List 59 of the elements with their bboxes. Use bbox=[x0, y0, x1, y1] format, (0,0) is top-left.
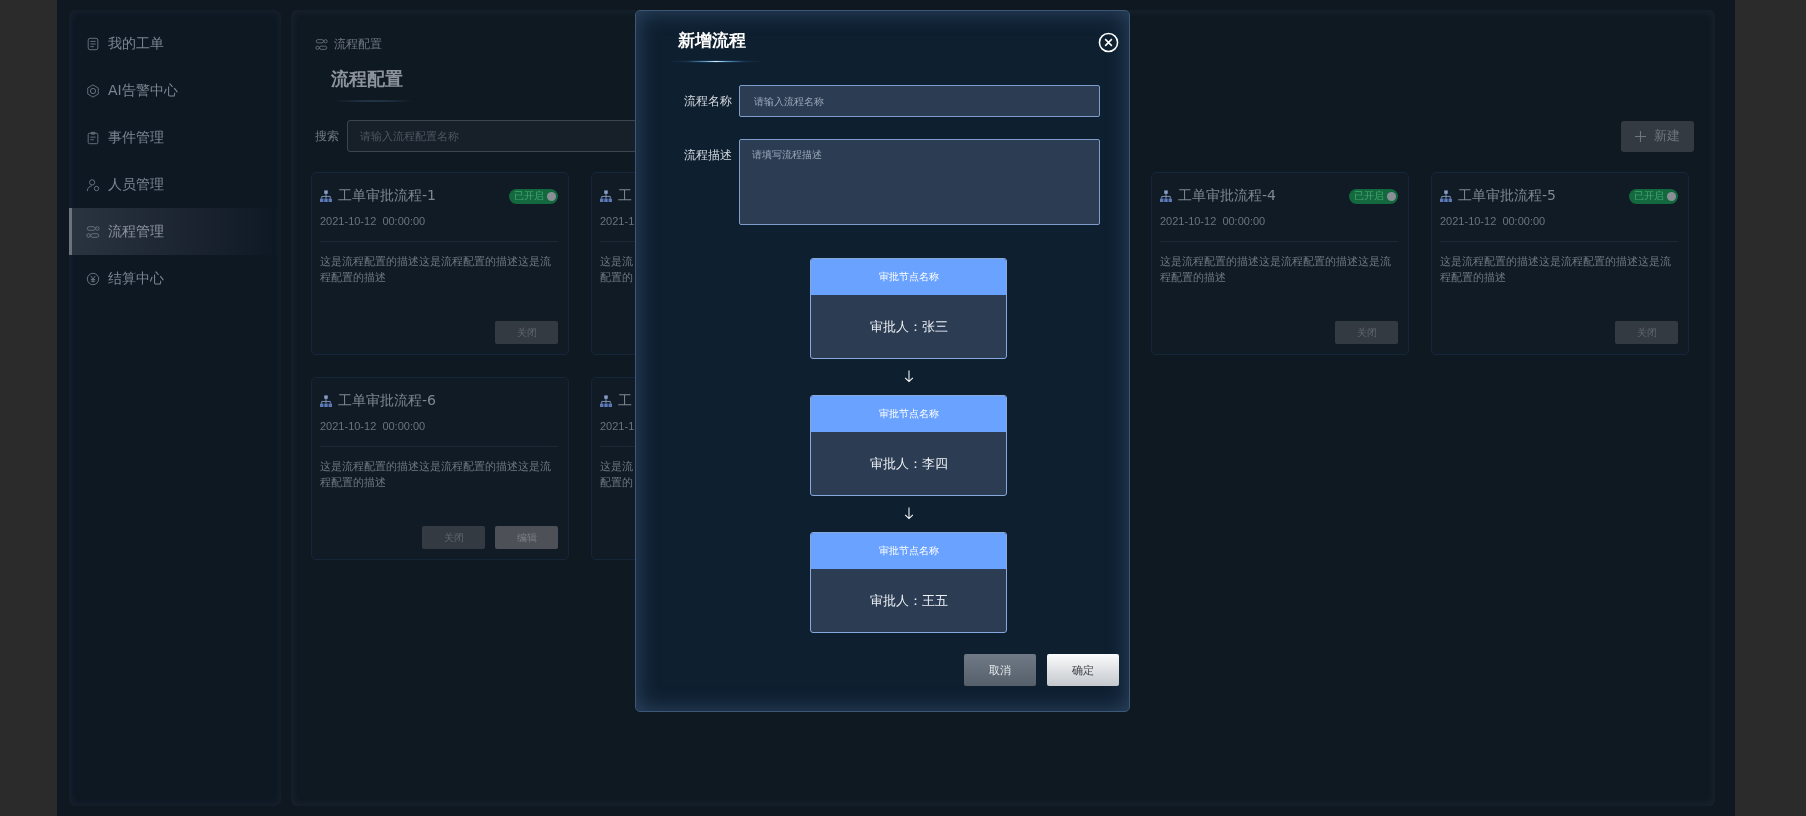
description-field[interactable]: 请填写流程描述 bbox=[739, 139, 1100, 225]
card-date: 2021-10-12 00:00:00 bbox=[1440, 215, 1678, 242]
node-name: 审批节点名称 bbox=[811, 533, 1006, 569]
document-icon bbox=[86, 36, 100, 51]
down-arrow-icon bbox=[902, 506, 915, 521]
card-description: 这是流程配置的描述这是流程配置的描述这是流程配置的描述 bbox=[320, 459, 552, 491]
card-description: 这是流 bbox=[600, 254, 634, 270]
ai-shield-icon bbox=[86, 83, 100, 98]
card-description: 配置的 bbox=[600, 475, 634, 491]
node-name: 审批节点名称 bbox=[811, 396, 1006, 432]
document-icon bbox=[86, 130, 100, 145]
card-date: 2021-10-12 00:00:00 bbox=[320, 420, 558, 447]
org-chart-icon bbox=[1160, 190, 1172, 202]
dialog-title: 新增流程 bbox=[678, 29, 747, 52]
page-title: 流程配置 bbox=[330, 67, 404, 91]
node-name: 审批节点名称 bbox=[811, 259, 1006, 295]
org-chart-icon bbox=[600, 190, 612, 202]
card-description: 这是流程配置的描述这是流程配置的描述这是流程配置的描述 bbox=[320, 254, 552, 286]
card-description: 配置的 bbox=[600, 270, 634, 286]
yen-coin-icon bbox=[86, 271, 100, 286]
user-icon bbox=[86, 177, 100, 192]
sidebar-item[interactable]: 我的工单 bbox=[69, 20, 281, 67]
approval-node[interactable]: 审批节点名称 审批人：张三 bbox=[810, 258, 1007, 359]
field-label: 流程名称 bbox=[684, 93, 732, 110]
down-arrow-icon bbox=[902, 369, 915, 384]
node-approver: 审批人：李四 bbox=[868, 454, 949, 473]
card-title: 工 bbox=[618, 392, 633, 410]
sidebar-item[interactable]: AI告警中心 bbox=[69, 67, 281, 114]
card-date: 2021-10-12 00:00:00 bbox=[1160, 215, 1398, 242]
close-icon[interactable] bbox=[1098, 32, 1119, 53]
breadcrumb[interactable]: 流程配置 bbox=[334, 36, 382, 53]
card-title: 工单审批流程-5 bbox=[1458, 187, 1557, 205]
card-title: 工 bbox=[618, 187, 633, 205]
node-approver: 审批人：张三 bbox=[868, 317, 949, 336]
card-description: 这是流 bbox=[600, 459, 634, 475]
confirm-button[interactable]: 确定 bbox=[1047, 654, 1119, 686]
approval-node[interactable]: 审批节点名称 审批人：王五 bbox=[810, 532, 1007, 633]
card-title: 工单审批流程-6 bbox=[338, 392, 437, 410]
name-field[interactable]: 请输入流程名称 bbox=[739, 85, 1100, 117]
sidebar-item[interactable]: 事件管理 bbox=[69, 114, 281, 161]
sidebar-item[interactable]: 结算中心 bbox=[69, 255, 281, 302]
cancel-button[interactable]: 取消 bbox=[964, 654, 1036, 686]
sidebar-item[interactable]: 人员管理 bbox=[69, 161, 281, 208]
plus-icon bbox=[1635, 130, 1646, 142]
org-chart-icon bbox=[1440, 190, 1452, 202]
card-date: 2021-10-12 00:00:00 bbox=[320, 215, 558, 242]
org-chart-icon bbox=[320, 190, 332, 202]
new-button[interactable]: 新建 bbox=[1621, 120, 1694, 152]
search-label: 搜索 bbox=[315, 127, 339, 145]
flow-icon bbox=[315, 38, 328, 51]
card-title: 工单审批流程-4 bbox=[1178, 187, 1277, 205]
org-chart-icon bbox=[600, 395, 612, 407]
card-description: 这是流程配置的描述这是流程配置的描述这是流程配置的描述 bbox=[1440, 254, 1672, 286]
card-description: 这是流程配置的描述这是流程配置的描述这是流程配置的描述 bbox=[1160, 254, 1392, 286]
flow-icon bbox=[86, 224, 100, 239]
org-chart-icon bbox=[320, 395, 332, 407]
approval-node[interactable]: 审批节点名称 审批人：李四 bbox=[810, 395, 1007, 496]
card-title: 工单审批流程-1 bbox=[338, 187, 437, 205]
node-approver: 审批人：王五 bbox=[868, 591, 949, 610]
